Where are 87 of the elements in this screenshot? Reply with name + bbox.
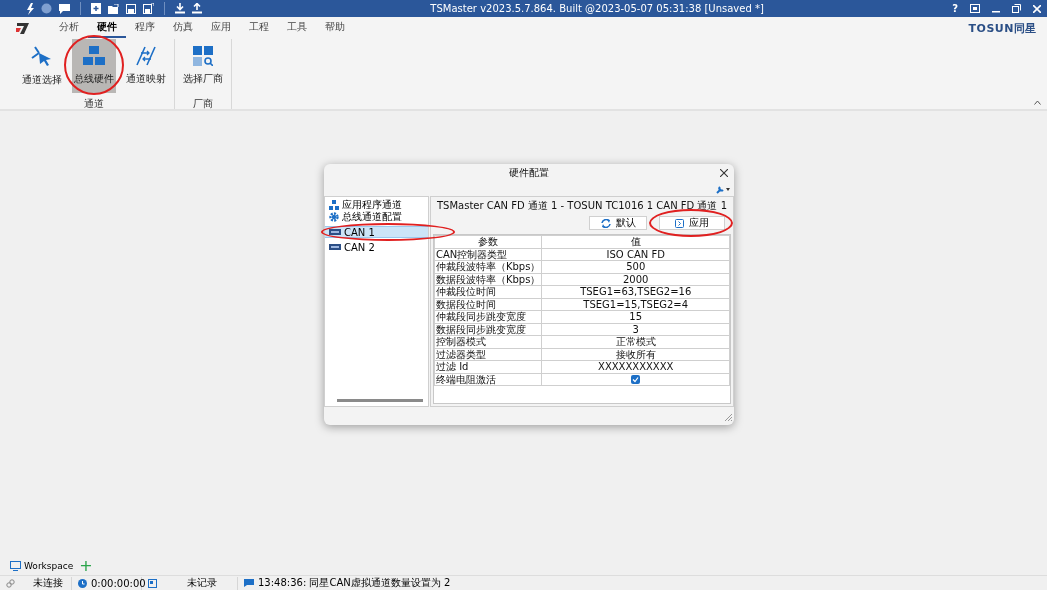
cursor-icon[interactable]	[31, 45, 53, 67]
table-cell: 过滤器类型	[434, 348, 542, 361]
tree-item[interactable]: CAN 1	[325, 226, 428, 238]
download-icon[interactable]	[175, 3, 185, 14]
dropdown-caret-icon[interactable]	[726, 187, 730, 191]
menu-tab[interactable]: 仿真	[164, 18, 202, 38]
menu-tab[interactable]: 工程	[240, 18, 278, 38]
ribbon-button[interactable]: 通道映射	[124, 39, 168, 93]
upload-icon[interactable]	[192, 3, 202, 14]
table-cell: 3	[541, 323, 730, 336]
dialog-title: 硬件配置	[509, 166, 549, 180]
table-cell: 数据段同步跳变宽度	[434, 323, 542, 336]
group-title: TSMaster CAN FD 通道 1 - TOSUN TC1016 1 CAN FD 通道 1	[436, 199, 727, 213]
open-folder-icon[interactable]	[108, 3, 119, 14]
save-icon[interactable]	[126, 3, 136, 14]
table-cell: 仲裁段波特率（Kbps）	[434, 260, 542, 273]
lightning-icon[interactable]	[26, 2, 34, 15]
save-as-icon[interactable]	[143, 3, 154, 14]
window-icon[interactable]	[970, 4, 980, 13]
group-label: 通道	[84, 97, 104, 109]
table-cell: 500	[541, 260, 730, 273]
tree-item[interactable]: CAN 2	[325, 241, 428, 253]
circle-icon[interactable]	[41, 3, 52, 14]
table-cell: 终端电阻激活	[434, 373, 542, 386]
status-message: 13:48:36: 同星CAN虚拟通道数量设置为 2	[258, 576, 451, 590]
column-header: 值	[541, 235, 730, 248]
brand-logo: TOSUN同星	[968, 20, 1037, 36]
ribbon-button[interactable]: 总线硬件	[72, 39, 116, 93]
network-icon	[329, 200, 339, 210]
checkmark-icon	[631, 375, 641, 384]
resize-grip-icon[interactable]	[724, 413, 732, 421]
mapping-icon[interactable]	[135, 46, 157, 66]
table-cell: 正常模式	[541, 335, 730, 348]
window-title: TSMaster v2023.5.7.864. Built @2023-05-07 05:31:38 [Unsaved *]	[430, 3, 764, 14]
restore-icon[interactable]	[1012, 4, 1021, 13]
message-flag-icon	[244, 579, 254, 587]
menu-tab[interactable]: 分析	[50, 18, 88, 38]
blocks-icon[interactable]	[83, 46, 105, 66]
group-label: 厂商	[193, 97, 213, 109]
wrench-icon[interactable]	[716, 184, 725, 194]
table-cell: 接收所有	[541, 348, 730, 361]
elapsed-time: 0:00:00:00	[91, 577, 146, 589]
checkbox[interactable]	[631, 375, 641, 384]
table-cell: ISO CAN FD	[541, 248, 730, 261]
table-cell: 控制器模式	[434, 335, 542, 348]
new-file-icon[interactable]	[91, 3, 101, 14]
tree-item[interactable]: 应用程序通道	[325, 199, 428, 211]
refresh-icon	[600, 218, 611, 228]
table-cell: CAN控制器类型	[434, 248, 542, 261]
menu-tab[interactable]: 应用	[202, 18, 240, 38]
clock-icon	[78, 578, 87, 588]
table-cell: 15	[541, 310, 730, 323]
monitor-icon	[10, 561, 21, 571]
grid-search-icon[interactable]	[193, 46, 213, 66]
menu-tab[interactable]: 帮助	[316, 18, 354, 38]
workspace-tab[interactable]: Workspace	[10, 561, 74, 571]
table-cell: 数据段波特率（Kbps）	[434, 273, 542, 286]
can-icon	[329, 229, 341, 235]
table-cell: 过滤 Id	[434, 360, 542, 373]
apply-button[interactable]: 应用	[659, 216, 725, 230]
can-icon	[329, 244, 341, 250]
menu-tab[interactable]: 程序	[126, 18, 164, 38]
collapse-caret-icon[interactable]	[1034, 100, 1041, 105]
close-icon[interactable]	[720, 169, 728, 177]
app-logo-icon[interactable]	[16, 22, 30, 34]
help-button[interactable]: ?	[952, 3, 958, 14]
connection-status: 未连接	[33, 576, 63, 590]
chat-icon[interactable]	[59, 3, 70, 14]
table-cell: 仲裁段位时间	[434, 285, 542, 298]
ribbon-button[interactable]: 通道选择	[20, 39, 64, 93]
table-cell: TSEG1=63,TSEG2=16	[541, 285, 730, 298]
ribbon-button[interactable]: 选择厂商	[181, 39, 225, 93]
table-cell: 2000	[541, 273, 730, 286]
recording-status: 未记录	[187, 576, 217, 590]
scrollbar-thumb[interactable]	[337, 399, 423, 402]
gear-icon	[329, 212, 339, 222]
table-cell: 数据段位时间	[434, 298, 542, 311]
table-cell: TSEG1=15,TSEG2=4	[541, 298, 730, 311]
menu-tab[interactable]: 工具	[278, 18, 316, 38]
link-icon	[6, 578, 15, 588]
table-cell: 仲裁段同步跳变宽度	[434, 310, 542, 323]
table-cell: XXXXXXXXXXX	[541, 360, 730, 373]
tree-item[interactable]: 总线通道配置	[325, 211, 428, 223]
record-icon	[148, 578, 157, 588]
default-button[interactable]: 默认	[589, 216, 647, 230]
apply-icon	[675, 218, 684, 228]
column-header: 参数	[434, 235, 542, 248]
